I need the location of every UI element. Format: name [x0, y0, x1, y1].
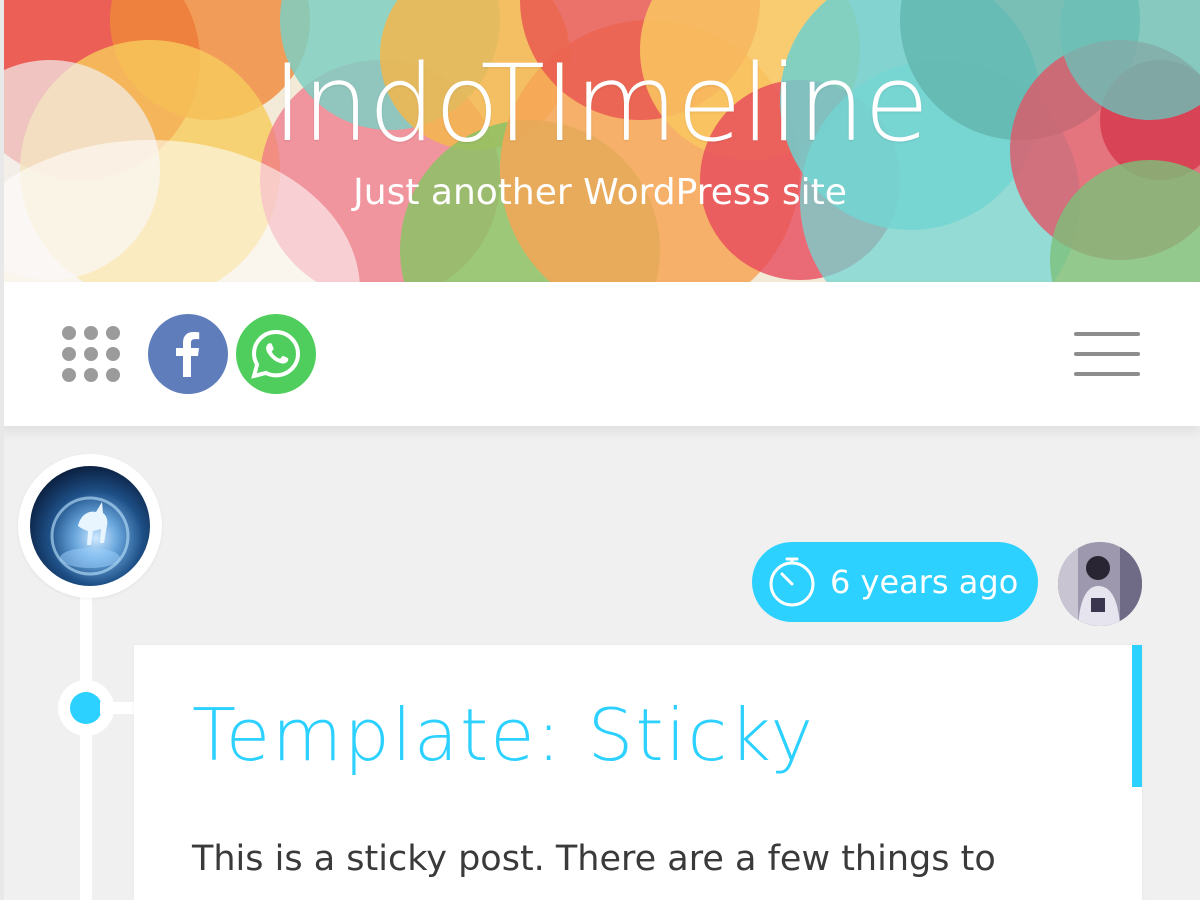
site-tagline: Just another WordPress site	[353, 172, 847, 213]
unicorn-image	[50, 496, 130, 576]
post-card: Template: Sticky This is a sticky post. …	[134, 645, 1142, 900]
author-avatar[interactable]	[1058, 542, 1142, 626]
post-date: 6 years ago	[830, 563, 1019, 601]
post-date-badge[interactable]: 6 years ago	[752, 542, 1038, 622]
toolbar	[0, 282, 1200, 426]
facebook-button[interactable]	[148, 314, 228, 394]
site-avatar[interactable]	[18, 454, 162, 598]
header-banner: IndoTImeline Just another WordPress site	[0, 0, 1200, 282]
author-photo	[1058, 542, 1142, 626]
post-excerpt: This is a sticky post. There are a few t…	[192, 839, 996, 879]
hamburger-icon[interactable]	[1074, 330, 1140, 378]
whatsapp-button[interactable]	[236, 314, 316, 394]
stopwatch-icon	[769, 557, 815, 607]
facebook-icon	[176, 332, 200, 377]
grid-dots-icon[interactable]	[62, 326, 120, 382]
page-edge	[0, 0, 4, 900]
site-title[interactable]: IndoTImeline	[0, 48, 1200, 160]
post-title[interactable]: Template: Sticky	[192, 693, 815, 777]
whatsapp-icon	[251, 329, 301, 379]
post-accent-bar	[1132, 645, 1142, 787]
